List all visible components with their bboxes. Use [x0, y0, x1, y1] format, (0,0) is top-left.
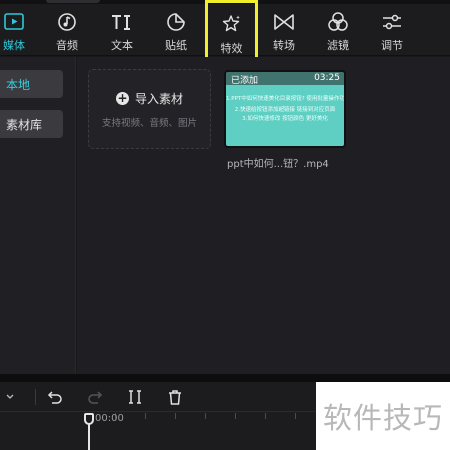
divider — [35, 389, 36, 405]
audio-icon — [55, 11, 79, 33]
panel-divider[interactable] — [0, 374, 450, 382]
tab-label: 文本 — [111, 39, 133, 52]
clip-text-line: 3.如何快速修改 按钮颜色 更好美化 — [242, 116, 328, 122]
clip-text-line: 1.PPT中如何快速美化目录按钮? 使用批量操作功能 — [226, 96, 346, 102]
sidebar-item-library[interactable]: 素材库 — [0, 110, 63, 138]
clip-duration: 03:25 — [314, 73, 340, 83]
clip-filename: ppt中如何...钮？.mp4 — [227, 159, 329, 170]
tab-label: 媒体 — [3, 39, 25, 52]
tab-label: 转场 — [273, 39, 295, 52]
tab-filter[interactable]: 滤镜 — [323, 4, 353, 56]
undo-icon[interactable] — [45, 387, 65, 407]
sidebar-item-local[interactable]: 本地 — [0, 70, 63, 98]
delete-icon[interactable] — [165, 387, 185, 407]
adjust-icon — [380, 11, 404, 33]
import-hint: 支持视频、音频、图片 — [101, 117, 197, 129]
playhead[interactable] — [88, 421, 90, 450]
import-media-button[interactable]: + 导入素材 支持视频、音频、图片 — [88, 69, 211, 149]
filter-icon — [326, 11, 350, 33]
tab-label: 特效 — [220, 42, 243, 55]
tab-transition[interactable]: 转场 — [269, 4, 299, 56]
added-badge: 已添加 — [231, 76, 259, 86]
clip-text-line: 2.快速给按钮添加超链接 链接到对应页面 — [234, 107, 336, 113]
import-label: 导入素材 — [134, 91, 183, 106]
watermark-text: 软件技巧 — [322, 401, 443, 435]
media-sidebar: 本地 素材库 — [0, 57, 76, 374]
plus-icon: + — [115, 90, 129, 105]
media-clip-thumbnail[interactable]: 已添加 03:25 1.PPT中如何快速美化目录按钮? 使用批量操作功能 2.快… — [224, 70, 346, 148]
tab-label: 贴纸 — [165, 39, 187, 52]
chevron-down-icon[interactable] — [0, 387, 14, 407]
tab-audio[interactable]: 音频 — [52, 4, 82, 56]
media-icon — [2, 11, 26, 33]
redo-icon[interactable] — [85, 387, 105, 407]
effects-icon — [220, 13, 244, 35]
sticker-icon — [164, 11, 188, 33]
tab-label: 调节 — [381, 39, 403, 52]
timeline-toolbar — [0, 382, 316, 412]
media-panel: + 导入素材 支持视频、音频、图片 已添加 03:25 1.PPT中如何快速美化… — [77, 57, 450, 374]
timecode: 00:00 — [95, 413, 124, 424]
tab-adjust[interactable]: 调节 — [377, 4, 407, 56]
text-icon — [110, 11, 134, 33]
category-toolbar: 媒体 音频 文本 贴纸 特效 转场 滤镜 调节 — [0, 0, 450, 70]
sidebar-item-label: 本地 — [6, 77, 31, 92]
tab-media[interactable]: 媒体 — [0, 4, 28, 56]
tab-label: 音频 — [56, 39, 78, 52]
transition-icon — [272, 11, 296, 33]
timeline-ruler[interactable]: 00:00 — [0, 413, 316, 450]
window-tab[interactable] — [46, 0, 100, 3]
watermark: 软件技巧 — [316, 382, 450, 450]
tab-label: 滤镜 — [327, 39, 349, 52]
split-icon[interactable] — [125, 387, 145, 407]
tab-text[interactable]: 文本 — [107, 4, 137, 56]
tab-sticker[interactable]: 贴纸 — [161, 4, 191, 56]
playhead-handle[interactable] — [84, 413, 94, 425]
sidebar-item-label: 素材库 — [6, 117, 43, 132]
